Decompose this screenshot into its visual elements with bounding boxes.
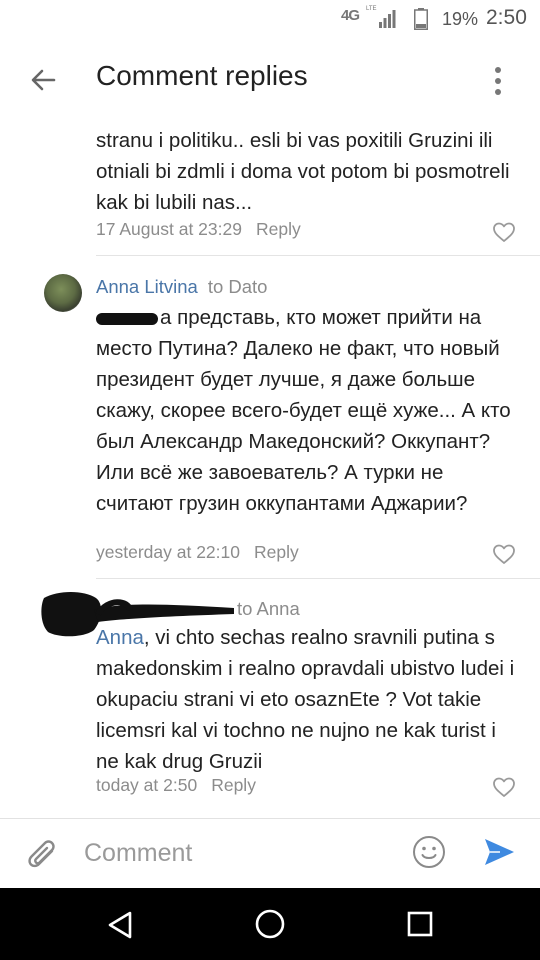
nav-home-icon[interactable] [254,908,286,940]
avatar[interactable] [44,274,82,312]
comment-time: yesterday at 22:10 [96,542,240,562]
comment-header: Anna Litvina to Dato [96,276,267,298]
author-name[interactable]: Anna Litvina [96,276,198,297]
comment-meta: yesterday at 22:10 Reply [96,542,299,563]
clock: 2:50 [486,6,527,29]
divider [96,578,540,579]
comment-time: today at 2:50 [96,775,198,795]
heart-icon[interactable] [492,776,516,798]
network-type: 4G [341,7,360,24]
signal-icon [379,10,396,28]
paperclip-icon[interactable] [24,833,60,873]
top-app-bar: Comment replies [0,38,540,120]
reply-to: to Dato [207,276,268,297]
comment-text: Anna, vi chto sechas realno sravnili put… [96,622,516,777]
comment-body: а представь, кто может прийти на место П… [96,306,511,515]
comment-meta: today at 2:50 Reply [96,775,256,796]
more-vert-icon[interactable] [484,64,512,98]
comment-time: 17 August at 23:29 [96,219,242,239]
comment-meta: 17 August at 23:29 Reply [96,219,301,240]
comment-input[interactable] [84,831,394,875]
smiley-icon[interactable] [412,835,446,869]
nav-recents-icon[interactable] [406,910,434,938]
heart-icon[interactable] [492,543,516,565]
battery-icon [414,8,428,30]
reply-button[interactable]: Reply [211,775,256,795]
back-arrow-icon[interactable] [24,60,64,100]
comment-text: а представь, кто может прийти на место П… [96,302,516,519]
comment-body: , vi chto sechas realno sravnili putina … [96,626,515,773]
comment-composer [0,818,540,888]
reply-to: to Anna [237,598,300,619]
comment-text: stranu i politiku.. esli bi vas poxitili… [96,129,510,214]
comment-header: to Anna [237,598,300,620]
network-subtype: LTE [366,6,377,12]
status-bar: 4G LTE 19% 2:50 [0,0,540,38]
heart-icon[interactable] [492,221,516,243]
battery-percent: 19% [442,9,479,29]
mention-link[interactable]: Anna [96,626,144,649]
reply-button[interactable]: Reply [254,542,299,562]
divider [96,255,540,256]
page-title: Comment replies [96,60,308,91]
nav-back-icon[interactable] [106,910,134,940]
send-icon[interactable] [482,835,516,869]
reply-button[interactable]: Reply [256,219,301,239]
system-nav-bar [0,888,540,960]
redacted-mark [96,312,158,325]
